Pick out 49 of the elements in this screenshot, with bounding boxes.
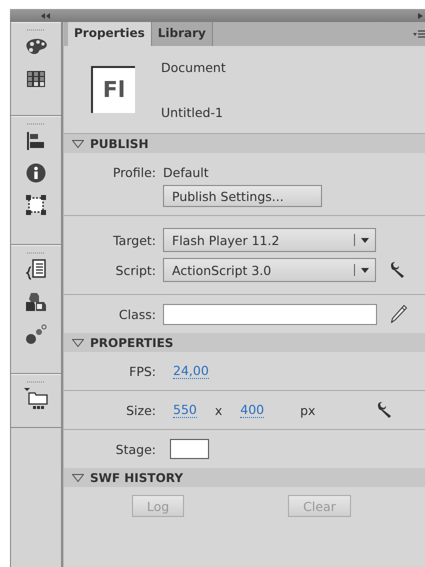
field-label: FPS:: [128, 364, 156, 378]
document-name: Untitled-1: [161, 104, 224, 120]
section-title: PUBLISH: [90, 136, 148, 150]
color-swatch[interactable]: [170, 439, 209, 459]
panel-menu-icon[interactable]: [413, 30, 425, 38]
width-value[interactable]: 550: [173, 402, 197, 418]
publish-settings-button[interactable]: Publish Settings...: [163, 185, 322, 207]
swatches-icon[interactable]: [27, 71, 45, 87]
pencil-icon[interactable]: [391, 305, 407, 323]
dropdown-arrow-icon[interactable]: [361, 268, 369, 272]
tab[interactable]: Properties: [68, 22, 152, 46]
transform-icon[interactable]: [26, 195, 46, 215]
expanded-triangle-icon[interactable]: [72, 338, 84, 346]
field-label: Stage:: [114, 442, 156, 456]
collapse-icon[interactable]: [41, 12, 50, 18]
section-header[interactable]: PROPERTIES: [64, 333, 425, 352]
field-label: Class:: [118, 306, 156, 322]
wrench-icon[interactable]: [377, 402, 394, 418]
expanded-triangle-icon[interactable]: [72, 140, 84, 148]
section-title: SWF HISTORY: [90, 470, 184, 484]
field-label: Size:: [125, 402, 156, 418]
align-icon[interactable]: [27, 132, 45, 150]
fps-value[interactable]: 24,00: [173, 363, 209, 379]
profile-value: Default: [163, 164, 209, 180]
info-icon[interactable]: [26, 163, 46, 183]
palette-icon[interactable]: [24, 38, 48, 56]
expanded-triangle-icon[interactable]: [72, 474, 84, 482]
expand-icon[interactable]: [418, 12, 423, 18]
document-type: Document: [161, 60, 226, 74]
cubes-icon[interactable]: [25, 292, 47, 312]
section-header[interactable]: PUBLISH: [64, 134, 425, 153]
code-snippet-icon[interactable]: [26, 259, 46, 281]
field-label: Script:: [114, 262, 156, 278]
section-header[interactable]: SWF HISTORY: [64, 468, 425, 487]
wrench-icon[interactable]: [390, 262, 406, 278]
folder-icon[interactable]: [24, 388, 48, 410]
section-title: PROPERTIES: [90, 336, 174, 350]
dropdown-arrow-icon[interactable]: [361, 238, 369, 242]
dropdown[interactable]: ActionScript 3.0: [163, 258, 376, 282]
size-separator: x: [214, 402, 222, 418]
field-label: Profile:: [112, 164, 156, 180]
class-input-field[interactable]: [163, 304, 377, 324]
height-value[interactable]: 400: [240, 402, 264, 418]
field-label: Target:: [112, 232, 156, 248]
motion-dots-icon[interactable]: [25, 324, 47, 344]
tab[interactable]: Library: [152, 22, 213, 46]
dropdown[interactable]: Flash Player 11.2: [163, 228, 376, 252]
document-icon: Fl: [91, 66, 135, 113]
unit-label: px: [300, 402, 316, 418]
